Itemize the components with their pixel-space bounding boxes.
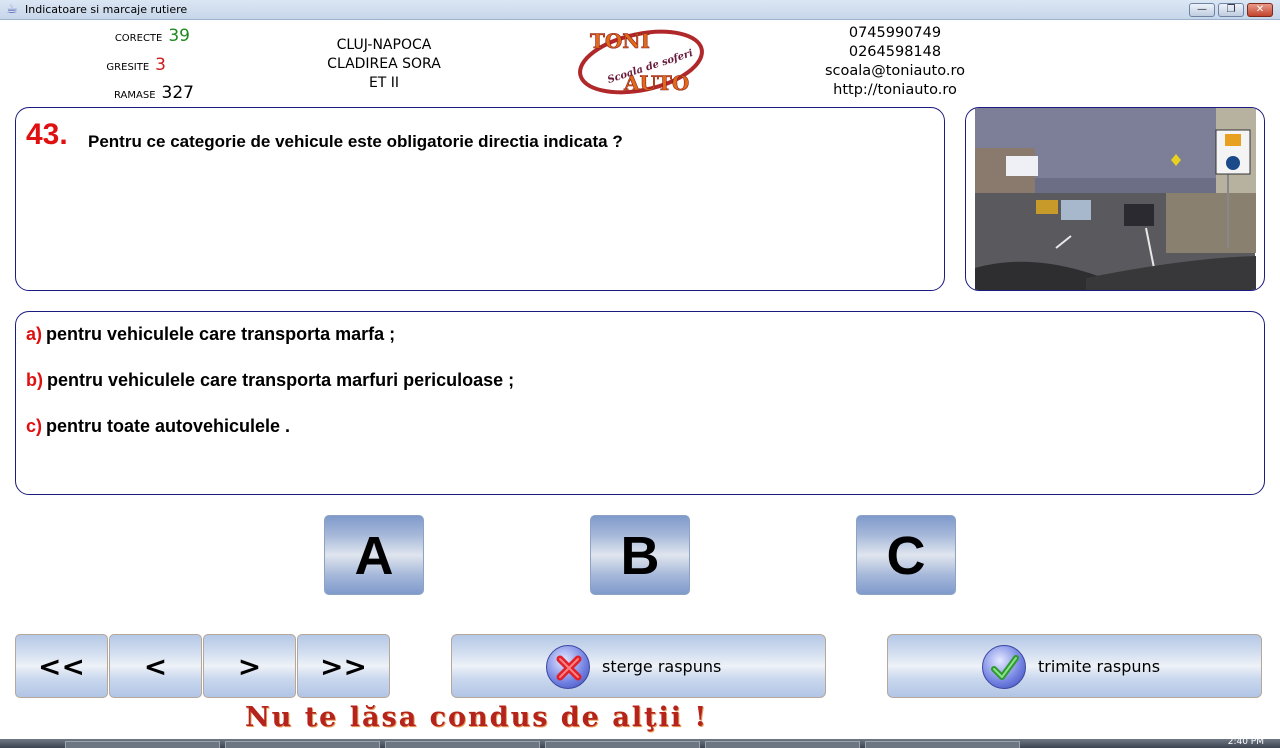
website: http://toniauto.ro xyxy=(833,82,957,98)
remaining-label: RAMASE xyxy=(114,90,156,101)
clear-answer-button[interactable]: sterge raspuns xyxy=(451,634,826,698)
taskbar-item[interactable] xyxy=(545,741,700,748)
answer-b-text: pentru vehiculele care transporta marfur… xyxy=(47,370,515,390)
address-building: CLADIREA SORA xyxy=(327,56,441,72)
logo-text-top: TONI xyxy=(590,29,650,53)
choice-a-button[interactable]: A xyxy=(324,515,424,595)
taskbar-item[interactable] xyxy=(65,741,220,748)
answer-b: b) pentru vehiculele care transporta marf… xyxy=(26,370,514,391)
question-number: 43. xyxy=(26,118,68,151)
answer-c: c) pentru toate autovehiculele . xyxy=(26,416,290,437)
last-question-button[interactable]: >> xyxy=(297,634,390,698)
window-title: Indicatoare si marcaje rutiere xyxy=(25,3,188,16)
email: scoala@toniauto.ro xyxy=(825,63,965,79)
window-titlebar: ☕ Indicatoare si marcaje rutiere — ❐ ✕ xyxy=(0,0,1280,20)
phone-1: 0745990749 xyxy=(848,25,942,41)
minimize-button[interactable]: — xyxy=(1189,3,1215,17)
checkmark-icon xyxy=(982,645,1026,689)
question-panel: 43. Pentru ce categorie de vehicule este… xyxy=(15,107,945,291)
correct-count: 39 xyxy=(168,26,190,46)
slogan-text: Nu te lăsa condus de alţii ! xyxy=(245,702,709,733)
taskbar-item[interactable] xyxy=(865,741,1020,748)
address-city: CLUJ-NAPOCA xyxy=(336,37,432,53)
remaining-count: 327 xyxy=(161,83,194,103)
stat-correct: CORECTE 39 xyxy=(115,26,190,46)
taskbar-item[interactable] xyxy=(385,741,540,748)
os-taskbar: 2:40 PM xyxy=(0,737,1280,748)
answer-a-text: pentru vehiculele care transporta marfa … xyxy=(46,324,396,344)
java-cup-icon: ☕ xyxy=(6,2,18,17)
answer-c-text: pentru toate autovehiculele . xyxy=(46,416,291,436)
wrong-label: GRESITE xyxy=(106,62,150,73)
next-question-button[interactable]: > xyxy=(203,634,296,698)
taskbar-item[interactable] xyxy=(225,741,380,748)
correct-label: CORECTE xyxy=(114,33,163,44)
logo-text-bottom: AUTO xyxy=(623,71,689,95)
answer-a: a) pentru vehiculele care transporta marf… xyxy=(26,324,395,345)
contact-info: 0745990749 0264598148 scoala@toniauto.ro… xyxy=(790,24,1000,100)
first-question-button[interactable]: << xyxy=(15,634,108,698)
answer-a-letter: a) xyxy=(26,324,43,344)
choice-b-button[interactable]: B xyxy=(590,515,690,595)
stat-wrong: GRESITE 3 xyxy=(106,55,166,75)
question-text: Pentru ce categorie de vehicule este obl… xyxy=(88,132,623,151)
x-icon xyxy=(546,645,590,689)
taskbar-clock: 2:40 PM xyxy=(1227,737,1264,747)
taskbar-item[interactable] xyxy=(705,741,860,748)
address-floor: ET II xyxy=(368,75,400,91)
submit-answer-label: trimite raspuns xyxy=(1038,657,1161,676)
previous-question-button[interactable]: < xyxy=(109,634,202,698)
restore-button[interactable]: ❐ xyxy=(1218,3,1244,17)
stat-remaining: RAMASE 327 xyxy=(114,83,194,103)
answer-b-letter: b) xyxy=(26,370,43,390)
choice-c-button[interactable]: C xyxy=(856,515,956,595)
answers-panel: a) pentru vehiculele care transporta marf… xyxy=(15,311,1265,495)
school-address: CLUJ-NAPOCA CLADIREA SORA ET II xyxy=(300,36,468,93)
clear-answer-label: sterge raspuns xyxy=(602,657,722,676)
submit-answer-button[interactable]: trimite raspuns xyxy=(887,634,1262,698)
toni-auto-logo: TONI Scoala de soferi AUTO xyxy=(576,24,706,98)
phone-2: 0264598148 xyxy=(848,44,942,60)
close-button[interactable]: ✕ xyxy=(1247,3,1273,17)
wrong-count: 3 xyxy=(155,55,166,75)
answer-c-letter: c) xyxy=(26,416,43,436)
question-image-panel xyxy=(965,107,1265,291)
road-scene-image xyxy=(975,108,1256,290)
